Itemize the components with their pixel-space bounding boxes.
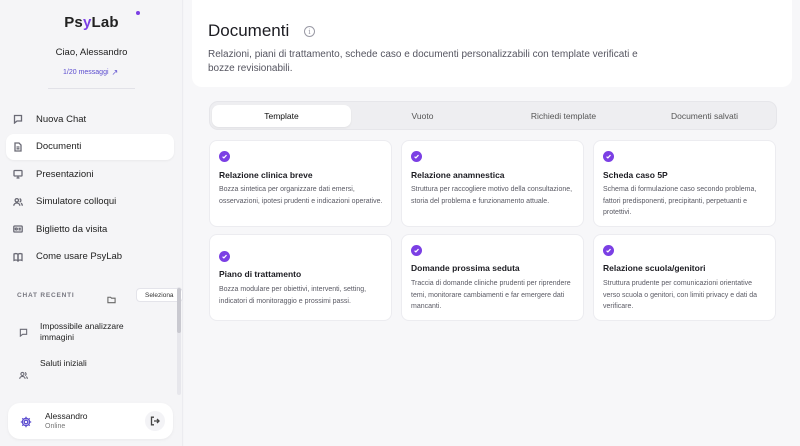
document-tabs: Template Vuoto Richiedi template Documen… (209, 101, 777, 130)
card-description: Bozza modulare per obiettivi, interventi… (219, 286, 367, 305)
book-icon (13, 252, 23, 262)
select-chats-button[interactable]: Seleziona (136, 288, 183, 302)
chat-item-title: Impossibile analizzare immagini (40, 320, 124, 343)
check-badge-icon (219, 151, 230, 162)
arrow-up-right-icon: ↗ (111, 68, 119, 77)
logo-part-ps: Ps (64, 14, 83, 31)
card-title: Scheda caso 5P (603, 170, 668, 180)
user-name: Alessandro (45, 411, 88, 421)
users-icon (13, 197, 23, 207)
card-title: Domande prossima seduta (411, 263, 520, 273)
nav-label: Nuova Chat (36, 113, 87, 125)
greeting: Ciao, Alessandro (55, 47, 128, 58)
chat-item-impossibile-analizzare[interactable]: Impossibile analizzare immagini (14, 314, 174, 350)
page-header: Documenti i Relazioni, piani di trattame… (192, 0, 792, 87)
sidebar-divider (48, 88, 135, 89)
card-title: Relazione anamnestica (411, 170, 505, 180)
chat-item-title: Saluti iniziali (40, 358, 87, 368)
page-subtitle: Relazioni, piani di trattamento, schede … (208, 49, 638, 74)
card-description: Schema di formulazione caso secondo prob… (603, 186, 757, 216)
user-profile-card[interactable]: Alessandro Online (8, 403, 173, 439)
card-title: Relazione scuola/genitori (603, 263, 706, 273)
logo-part-lab: Lab (91, 14, 119, 31)
tab-template[interactable]: Template (212, 105, 351, 127)
logo-dot (136, 11, 141, 15)
quota-text: 1/20 messaggi (63, 69, 109, 76)
chat-bubble-icon (13, 114, 23, 124)
check-badge-icon (411, 245, 422, 256)
presentation-icon (13, 169, 23, 179)
gear-icon[interactable] (20, 415, 32, 433)
template-card-relazione-scuola-genitori[interactable]: Relazione scuola/genitori Struttura prud… (593, 234, 776, 321)
document-icon (13, 141, 23, 152)
nav-item-simulatore[interactable]: Simulatore colloqui (6, 189, 174, 215)
main-content: Documenti i Relazioni, piani di trattame… (184, 0, 800, 446)
psylab-logo[interactable]: PsyLab (0, 11, 183, 32)
logout-icon (150, 416, 160, 426)
id-card-icon (13, 224, 23, 234)
nav-item-presentazioni[interactable]: Presentazioni (6, 161, 174, 187)
nav-label: Biglietto da visita (36, 223, 108, 235)
recent-chats-header: CHAT RECENTI Seleziona (17, 288, 183, 304)
card-title: Relazione clinica breve (219, 170, 313, 180)
recent-chats-title: CHAT RECENTI (17, 292, 75, 299)
folder-icon[interactable] (107, 291, 116, 309)
sidebar: PsyLab Ciao, Alessandro 1/20 messaggi ↗ … (0, 0, 183, 446)
chat-item-saluti-iniziali[interactable]: Saluti iniziali (14, 356, 174, 386)
template-card-relazione-clinica[interactable]: Relazione clinica breve Bozza sintetica … (209, 140, 392, 227)
check-badge-icon (603, 151, 614, 162)
nav-label: Documenti (36, 141, 82, 152)
info-icon[interactable]: i (304, 26, 315, 37)
nav-label: Simulatore colloqui (36, 196, 117, 207)
template-card-piano-trattamento[interactable]: Piano di trattamento Bozza modulare per … (209, 234, 392, 321)
card-title: Piano di trattamento (219, 269, 302, 279)
nav-label: Come usare PsyLab (36, 251, 123, 262)
template-card-scheda-caso-5p[interactable]: Scheda caso 5P Schema di formulazione ca… (593, 140, 776, 227)
nav-label: Presentazioni (36, 168, 94, 180)
check-badge-icon (411, 151, 422, 162)
check-badge-icon (603, 245, 614, 256)
tab-documenti-salvati[interactable]: Documenti salvati (635, 105, 774, 127)
nav-item-come-usare[interactable]: Come usare PsyLab (6, 244, 174, 270)
chat-list-scrollbar-thumb[interactable] (177, 288, 181, 333)
recent-chat-list: Impossibile analizzare immagini Saluti i… (14, 314, 174, 386)
template-card-domande-prossima-seduta[interactable]: Domande prossima seduta Traccia di doman… (401, 234, 584, 321)
chat-bubble-icon (19, 328, 28, 337)
template-card-relazione-anamnestica[interactable]: Relazione anamnestica Struttura per racc… (401, 140, 584, 227)
card-description: Bozza sintetica per organizzare dati eme… (219, 186, 383, 205)
users-icon (19, 371, 28, 379)
message-quota-link[interactable]: 1/20 messaggi ↗ (58, 66, 123, 79)
page-title: Documenti (208, 21, 290, 40)
logo-part-y: y (82, 14, 92, 31)
logout-button[interactable] (145, 411, 165, 431)
tab-richiedi-template[interactable]: Richiedi template (494, 105, 633, 127)
nav-item-biglietto[interactable]: Biglietto da visita (6, 216, 174, 242)
sidebar-nav: Nuova Chat Documenti Presentazioni Simul… (6, 106, 174, 271)
tab-vuoto[interactable]: Vuoto (353, 105, 492, 127)
card-description: Traccia di domande cliniche prudenti per… (411, 280, 571, 310)
user-status: Online (45, 423, 66, 430)
card-description: Struttura per raccogliere motivo della c… (411, 186, 573, 205)
logo-text: PsyLab (64, 11, 141, 31)
nav-item-nuova-chat[interactable]: Nuova Chat (6, 106, 174, 132)
check-badge-icon (219, 251, 230, 262)
nav-item-documenti[interactable]: Documenti (6, 133, 174, 160)
card-description: Struttura prudente per comunicazioni ori… (603, 280, 758, 310)
